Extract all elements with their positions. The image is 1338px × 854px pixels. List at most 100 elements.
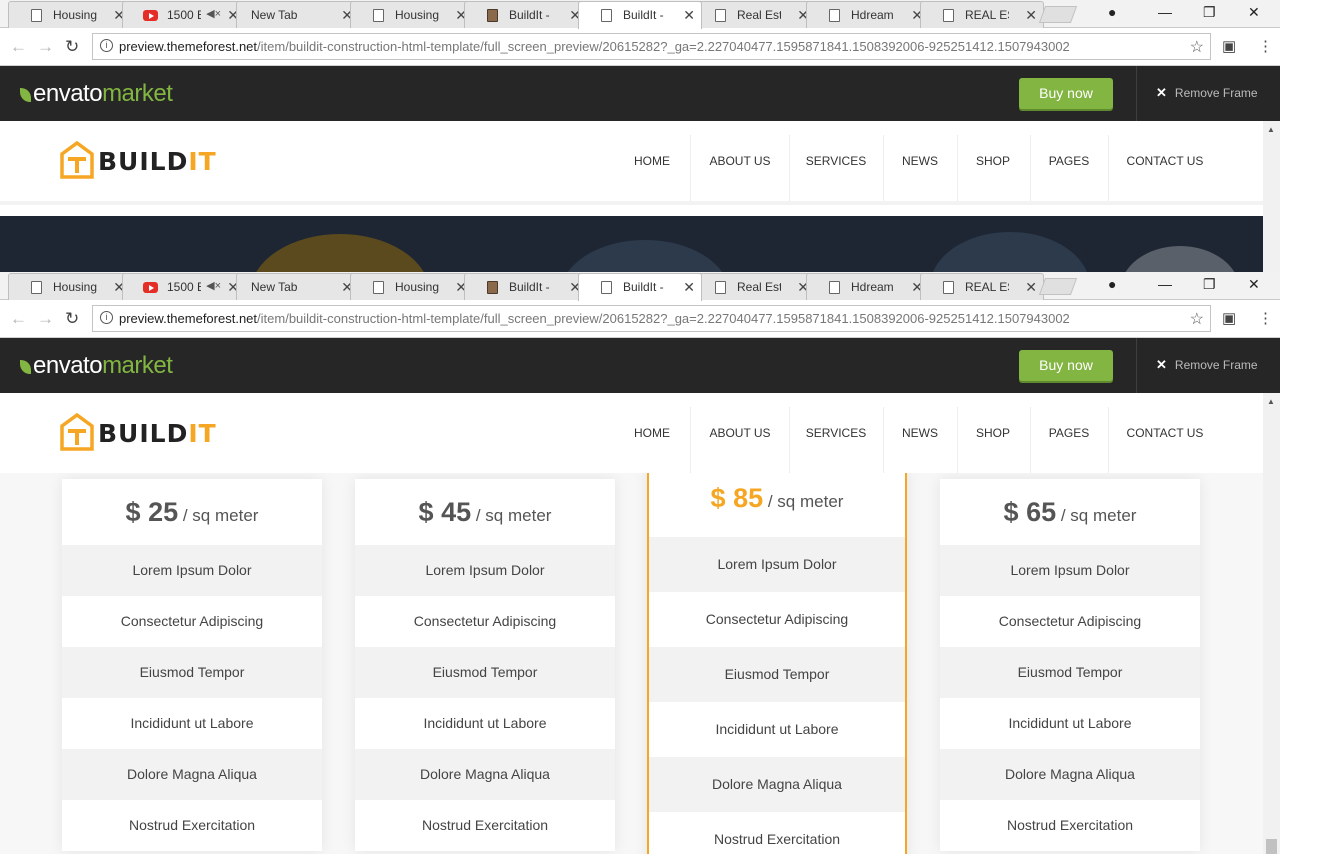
page-icon: [829, 9, 840, 22]
window-close-icon[interactable]: ✕: [1248, 276, 1260, 293]
screenshot-bottom: Housing p✕ 1500 E◀×✕ New Tab✕ Housing p✕…: [0, 272, 1280, 854]
nav-about-us[interactable]: ABOUT US: [700, 121, 780, 201]
scrollbar[interactable]: ▲: [1263, 121, 1280, 272]
back-icon[interactable]: ←: [10, 309, 27, 329]
nav-services[interactable]: SERVICES: [800, 121, 872, 201]
plan-feature: Consectetur Adipiscing: [413, 613, 557, 629]
close-icon[interactable]: ✕: [683, 279, 695, 296]
browser-tab[interactable]: 1500 E◀×✕: [122, 1, 246, 28]
speaker-muted-icon[interactable]: ◀×: [206, 7, 221, 20]
browser-tab-active[interactable]: BuildIt - C✕: [578, 1, 702, 29]
browser-tab[interactable]: REAL ESTA✕: [920, 1, 1044, 28]
bookmark-star-icon[interactable]: ☆: [1190, 309, 1204, 329]
scroll-up-icon[interactable]: ▲: [1267, 125, 1275, 134]
bookmark-star-icon[interactable]: ☆: [1190, 37, 1204, 57]
browser-tab[interactable]: BuildIt - C✕: [464, 1, 588, 28]
nav-home[interactable]: HOME: [624, 121, 680, 201]
browser-tab-active[interactable]: BuildIt - C✕: [578, 273, 702, 301]
cast-icon[interactable]: ▣: [1222, 37, 1236, 55]
youtube-icon: [143, 282, 158, 293]
browser-tab[interactable]: New Tab ✕: [236, 273, 360, 300]
browser-tab[interactable]: Real Estat✕: [692, 1, 816, 28]
remove-frame-link[interactable]: ✕ Remove Frame: [1156, 85, 1258, 101]
browser-tab[interactable]: New Tab ✕: [236, 1, 360, 28]
minimize-icon[interactable]: —: [1158, 4, 1172, 20]
restore-icon[interactable]: ❐: [1203, 276, 1216, 293]
plan-feature: Incididunt ut Labore: [1008, 715, 1132, 731]
new-tab-button[interactable]: [1038, 6, 1078, 23]
close-icon[interactable]: ✕: [1025, 7, 1037, 24]
plan-feature: Dolore Magna Aliqua: [355, 749, 615, 800]
close-icon: ✕: [1156, 357, 1167, 372]
back-icon[interactable]: ←: [10, 37, 27, 57]
divider: [1136, 338, 1137, 393]
plan-feature: Eiusmod Tempor: [940, 647, 1200, 698]
nav-pages[interactable]: PAGES: [1040, 393, 1098, 473]
page-icon: [943, 9, 954, 22]
plan-feature: Eiusmod Tempor: [62, 647, 322, 698]
menu-dots-icon[interactable]: ⋮: [1258, 309, 1273, 327]
leaf-icon: [20, 88, 31, 102]
minimize-icon[interactable]: —: [1158, 276, 1172, 292]
divider: [789, 135, 790, 201]
profile-icon[interactable]: ●: [1108, 4, 1116, 20]
browser-tab[interactable]: Housing p✕: [350, 273, 474, 300]
browser-tab[interactable]: REAL ESTA✕: [920, 273, 1044, 300]
nav-shop[interactable]: SHOP: [966, 121, 1020, 201]
nav-about-us[interactable]: ABOUT US: [700, 393, 780, 473]
nav-contact-us[interactable]: CONTACT US: [1118, 393, 1212, 473]
remove-frame-link[interactable]: ✕ Remove Frame: [1156, 357, 1258, 373]
envato-logo[interactable]: envatomarket: [20, 352, 173, 380]
divider: [1030, 407, 1031, 473]
nav-contact-us[interactable]: CONTACT US: [1118, 121, 1212, 201]
cast-icon[interactable]: ▣: [1222, 309, 1236, 327]
profile-icon[interactable]: ●: [1108, 276, 1116, 292]
nav-news[interactable]: NEWS: [893, 393, 947, 473]
new-tab-button[interactable]: [1038, 278, 1078, 295]
info-icon[interactable]: i: [100, 311, 113, 324]
speaker-muted-icon[interactable]: ◀×: [206, 279, 221, 292]
plan-feature: Lorem Ipsum Dolor: [649, 537, 905, 592]
restore-icon[interactable]: ❐: [1203, 4, 1216, 21]
browser-tab[interactable]: 1500 E◀×✕: [122, 273, 246, 300]
info-icon[interactable]: i: [100, 39, 113, 52]
nav-shop[interactable]: SHOP: [966, 393, 1020, 473]
close-icon: ✕: [1156, 85, 1167, 100]
plan-feature: Dolore Magna Aliqua: [649, 757, 905, 812]
divider: [789, 407, 790, 473]
nav-news[interactable]: NEWS: [893, 121, 947, 201]
close-icon[interactable]: ✕: [1025, 279, 1037, 296]
nav-services[interactable]: SERVICES: [800, 393, 872, 473]
envato-logo[interactable]: envatomarket: [20, 80, 173, 108]
reload-icon[interactable]: ↻: [65, 37, 79, 57]
page-icon: [715, 281, 726, 294]
browser-tab[interactable]: Hdream -✕: [806, 1, 930, 28]
browser-tab[interactable]: Housing p✕: [350, 1, 474, 28]
browser-tab[interactable]: BuildIt - C✕: [464, 273, 588, 300]
buy-now-button[interactable]: Buy now: [1019, 78, 1113, 109]
forward-icon[interactable]: →: [37, 37, 54, 57]
browser-tab[interactable]: Housing p✕: [8, 273, 132, 300]
plan-feature: Eiusmod Tempor: [355, 647, 615, 698]
browser-tab[interactable]: Real Estat✕: [692, 273, 816, 300]
nav-home[interactable]: HOME: [624, 393, 680, 473]
divider: [957, 407, 958, 473]
buy-now-button[interactable]: Buy now: [1019, 350, 1113, 381]
plan-feature: Consectetur Adipiscing: [120, 613, 264, 629]
address-bar[interactable]: i preview.themeforest.net/item/buildit-c…: [92, 33, 1211, 60]
nav-pages[interactable]: PAGES: [1040, 121, 1098, 201]
pricing-card-featured: $ 85 / sq meter Lorem Ipsum Dolor Consec…: [647, 473, 907, 854]
scrollbar-thumb[interactable]: [1266, 839, 1277, 854]
menu-dots-icon[interactable]: ⋮: [1258, 37, 1273, 55]
browser-tab[interactable]: Housing p✕: [8, 1, 132, 28]
address-bar[interactable]: i preview.themeforest.net/item/buildit-c…: [92, 305, 1211, 332]
tab-strip: Housing p✕ 1500 E◀×✕ New Tab✕ Housing p✕…: [0, 272, 1280, 301]
forward-icon[interactable]: →: [37, 309, 54, 329]
scroll-up-icon[interactable]: ▲: [1267, 397, 1275, 406]
leaf-icon: [20, 360, 31, 374]
window-close-icon[interactable]: ✕: [1248, 4, 1260, 21]
reload-icon[interactable]: ↻: [65, 309, 79, 329]
close-icon[interactable]: ✕: [683, 7, 695, 24]
browser-tab[interactable]: Hdream -✕: [806, 273, 930, 300]
scrollbar[interactable]: ▲: [1263, 393, 1280, 854]
